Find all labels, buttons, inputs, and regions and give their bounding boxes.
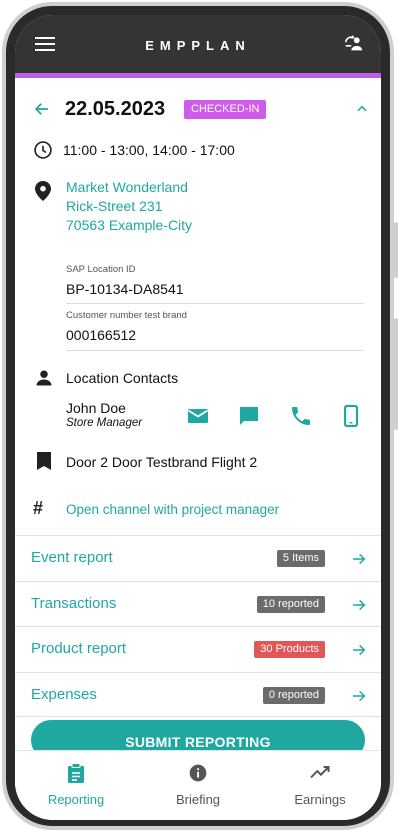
app-title: EMPPLAN bbox=[145, 37, 251, 53]
field-label: Customer number test brand bbox=[66, 310, 187, 321]
clipboard-icon bbox=[68, 763, 84, 783]
mobile-phone-icon[interactable] bbox=[339, 404, 363, 428]
report-row-product[interactable]: Product report 30 Products bbox=[15, 626, 381, 672]
arrow-right-icon[interactable] bbox=[351, 597, 367, 613]
power-button bbox=[394, 318, 398, 430]
clock-icon bbox=[34, 141, 52, 159]
bookmark-icon bbox=[37, 452, 51, 470]
report-row-transactions[interactable]: Transactions 10 reported bbox=[15, 580, 381, 627]
info-icon bbox=[189, 764, 207, 782]
accent-divider bbox=[15, 73, 381, 78]
app-bar: EMPPLAN bbox=[15, 15, 381, 73]
report-label[interactable]: Transactions bbox=[31, 595, 116, 612]
switch-user-icon[interactable] bbox=[343, 33, 365, 55]
report-count-badge: 10 reported bbox=[256, 595, 325, 613]
report-row-expenses[interactable]: Expenses 0 reported bbox=[15, 671, 381, 717]
chevron-up-icon[interactable] bbox=[355, 102, 369, 116]
chat-icon[interactable] bbox=[237, 404, 261, 428]
hashtag-icon: # bbox=[33, 498, 44, 518]
trending-up-icon bbox=[310, 766, 330, 779]
report-count-badge: 5 Items bbox=[276, 550, 325, 567]
project-brand-row: Door 2 Door Testbrand Flight 2 bbox=[15, 450, 381, 474]
back-arrow-icon[interactable] bbox=[33, 100, 51, 118]
person-icon bbox=[36, 370, 52, 386]
tab-label: Briefing bbox=[175, 792, 221, 807]
time-slot-row: 11:00 - 13:00, 14:00 - 17:00 bbox=[15, 138, 381, 162]
hamburger-menu-icon[interactable] bbox=[35, 37, 55, 51]
report-label[interactable]: Expenses bbox=[31, 686, 97, 703]
phone-icon[interactable] bbox=[289, 404, 313, 428]
open-channel-link[interactable]: Open channel with project manager bbox=[66, 502, 279, 517]
field-value: 000166512 bbox=[66, 327, 137, 343]
customer-number-field: Customer number test brand 000166512 bbox=[66, 310, 364, 352]
report-label[interactable]: Event report bbox=[31, 549, 113, 566]
address-line-3[interactable]: 70563 Example-City bbox=[66, 216, 192, 235]
contact-role: Store Manager bbox=[66, 417, 143, 429]
contact-name: John Doe bbox=[66, 400, 126, 416]
location-contacts-heading: Location Contacts bbox=[15, 367, 381, 389]
field-label: SAP Location ID bbox=[66, 264, 136, 275]
time-slots: 11:00 - 13:00, 14:00 - 17:00 bbox=[63, 142, 235, 158]
location-pin-icon bbox=[35, 181, 51, 201]
channel-row[interactable]: # Open channel with project manager bbox=[15, 498, 381, 522]
visit-header: 22.05.2023 CHECKED-IN bbox=[15, 96, 381, 126]
project-name: Door 2 Door Testbrand Flight 2 bbox=[66, 454, 258, 470]
tab-earnings[interactable]: Earnings bbox=[259, 751, 381, 820]
field-value: BP-10134-DA8541 bbox=[66, 281, 184, 297]
report-row-event[interactable]: Event report 5 Items bbox=[15, 535, 381, 581]
address-line-2[interactable]: Rick-Street 231 bbox=[66, 197, 192, 216]
app-screen: EMPPLAN 22.05.2023 CHECKED-IN 11:00 - 13… bbox=[15, 15, 381, 820]
arrow-right-icon[interactable] bbox=[351, 688, 367, 704]
report-list: Event report 5 Items Transactions 10 rep… bbox=[15, 535, 381, 717]
tab-label: Earnings bbox=[294, 792, 346, 807]
bottom-navigation: Reporting Briefing Earnings bbox=[15, 750, 381, 820]
report-label[interactable]: Product report bbox=[31, 640, 126, 657]
arrow-right-icon[interactable] bbox=[351, 642, 367, 658]
tab-reporting[interactable]: Reporting bbox=[15, 751, 137, 820]
status-badge: CHECKED-IN bbox=[184, 100, 267, 119]
tab-label: Reporting bbox=[47, 792, 105, 807]
contacts-heading: Location Contacts bbox=[66, 370, 179, 386]
volume-button bbox=[394, 222, 398, 278]
report-count-badge: 0 reported bbox=[262, 686, 325, 704]
address-line-1[interactable]: Market Wonderland bbox=[66, 178, 192, 197]
sap-location-field: SAP Location ID BP-10134-DA8541 bbox=[66, 264, 364, 304]
contact-card: John Doe Store Manager bbox=[15, 400, 381, 434]
visit-date: 22.05.2023 bbox=[65, 98, 166, 120]
report-count-badge: 30 Products bbox=[254, 641, 325, 658]
tab-briefing[interactable]: Briefing bbox=[137, 751, 259, 820]
arrow-right-icon[interactable] bbox=[351, 551, 367, 567]
field-divider bbox=[66, 350, 364, 351]
email-icon[interactable] bbox=[186, 404, 210, 428]
